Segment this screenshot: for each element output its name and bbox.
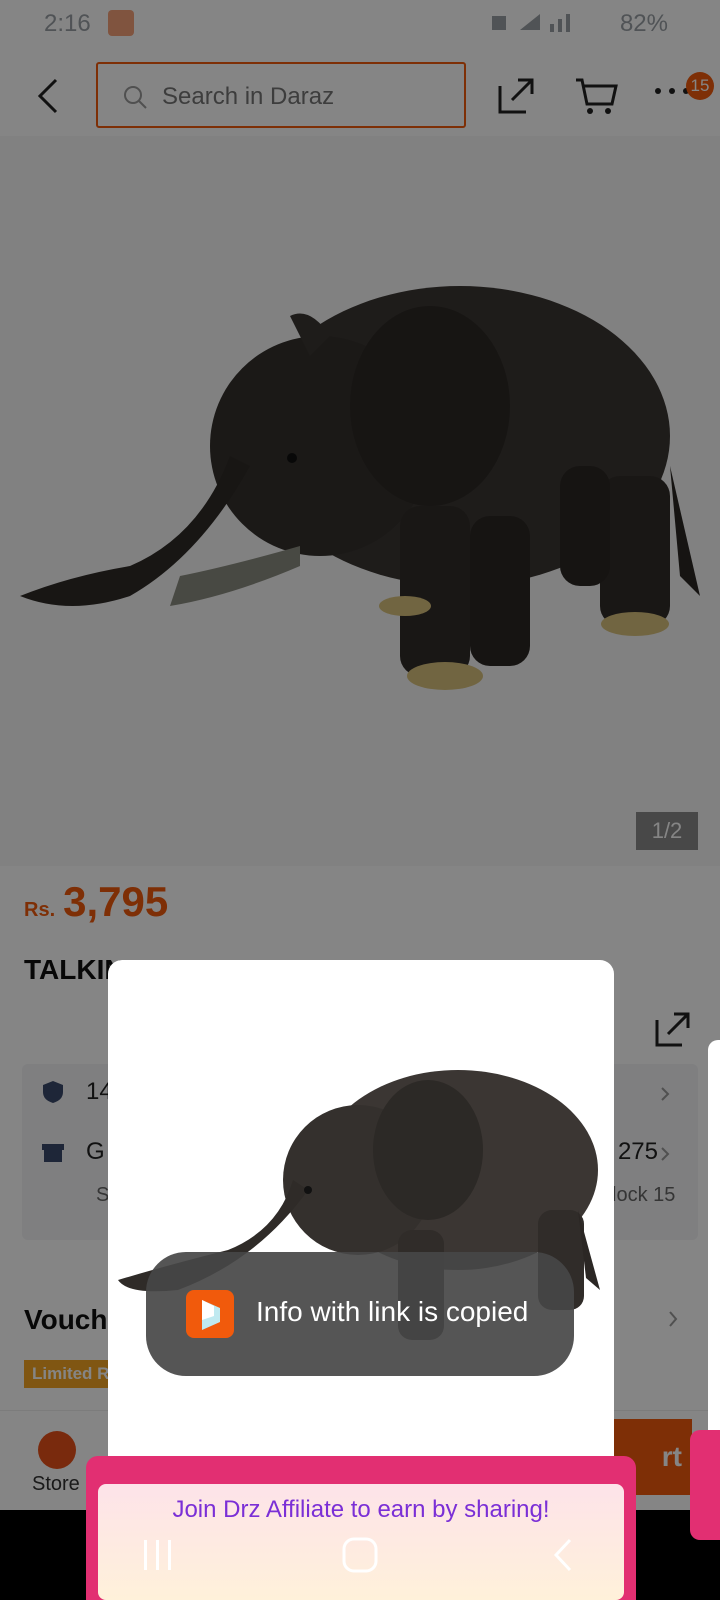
toast-message: Info with link is copied	[256, 1296, 529, 1327]
nav-back-icon[interactable]	[548, 1530, 578, 1580]
system-navigation-bar	[0, 1510, 720, 1600]
share-preview-card	[108, 960, 614, 1460]
home-icon[interactable]	[340, 1530, 380, 1580]
copied-toast: Info with link is copied	[146, 1252, 574, 1376]
daraz-logo-icon	[186, 1290, 234, 1338]
recent-apps-icon[interactable]	[140, 1530, 176, 1580]
